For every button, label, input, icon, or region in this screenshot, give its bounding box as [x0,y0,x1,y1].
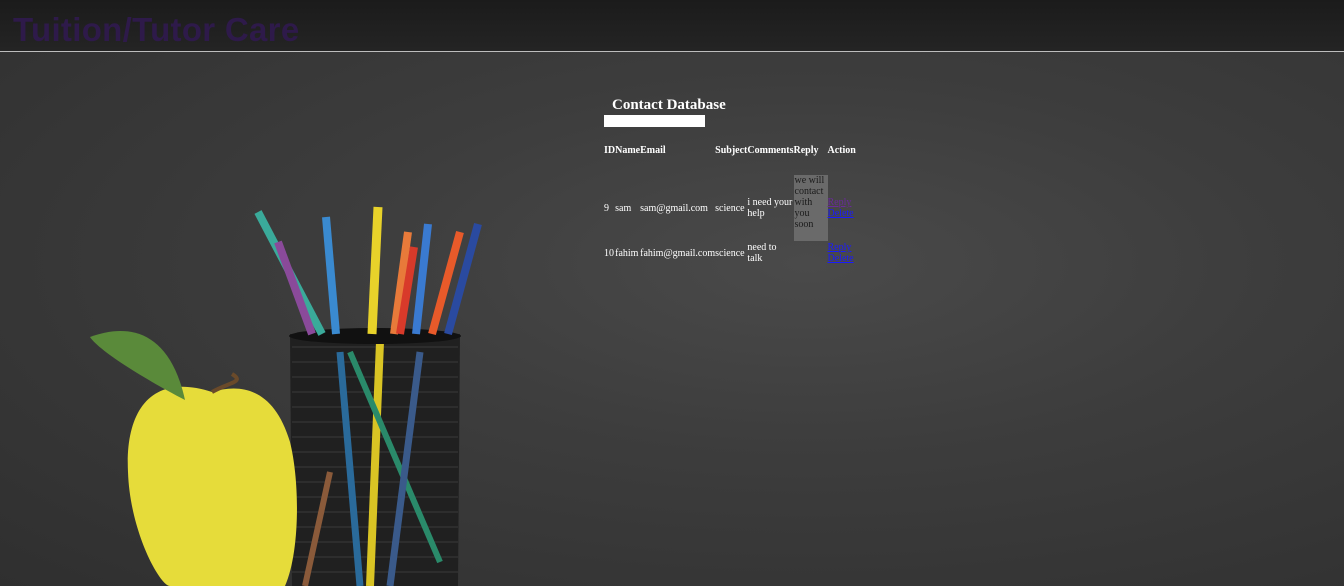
pencils-icon [254,206,482,336]
site-title: Tuition/Tutor Care [13,11,300,48]
column-header-name: Name [615,144,641,156]
contact-database-panel: Contact Database ID Name Email Subject C… [604,96,856,264]
background-image-apple-pencils [90,206,482,586]
reply-link[interactable]: Reply [828,242,856,253]
contact-table: ID Name Email Subject Comments Reply Act… [604,140,856,265]
reply-text: we will contact with you soon [793,175,828,241]
site-header: Tuition/Tutor Care [0,0,1344,52]
column-header-subject: Subject [715,144,748,156]
column-header-reply: Reply [793,144,819,156]
cell-subject: science [715,247,745,259]
cell-reply [794,242,828,264]
cell-comments: i need your help [747,197,793,219]
apple-icon [90,330,297,586]
cell-comments: need to talk [747,242,777,264]
column-header-action: Action [827,144,856,156]
pencil-cup-icon [289,328,461,586]
cell-name: fahim [615,247,639,259]
table-header-row: ID Name Email Subject Comments Reply Act… [604,140,856,160]
cell-name: sam [615,202,632,214]
cell-id: 9 [604,202,609,214]
table-row: 9 sam sam@gmail.com science i need your … [604,174,856,242]
title-underline-bar [604,115,705,127]
delete-link[interactable]: Delete [828,253,856,264]
cell-action: Reply Delete [828,174,856,242]
cell-action: Reply Delete [828,242,856,264]
delete-link[interactable]: Delete [828,208,856,219]
cell-reply: we will contact with you soon [793,174,828,242]
cell-email: fahim@gmail.com [640,247,716,259]
column-header-email: Email [640,144,666,156]
cell-email: sam@gmail.com [640,202,708,214]
reply-link[interactable]: Reply [828,197,856,208]
page-title: Contact Database [612,97,726,113]
cell-subject: science [715,202,745,214]
column-header-id: ID [604,144,616,156]
table-spacer-row [604,160,856,174]
cell-id: 10 [604,247,614,259]
column-header-comments: Comments [747,144,794,156]
table-row: 10 fahim fahim@gmail.com science need to… [604,242,856,264]
